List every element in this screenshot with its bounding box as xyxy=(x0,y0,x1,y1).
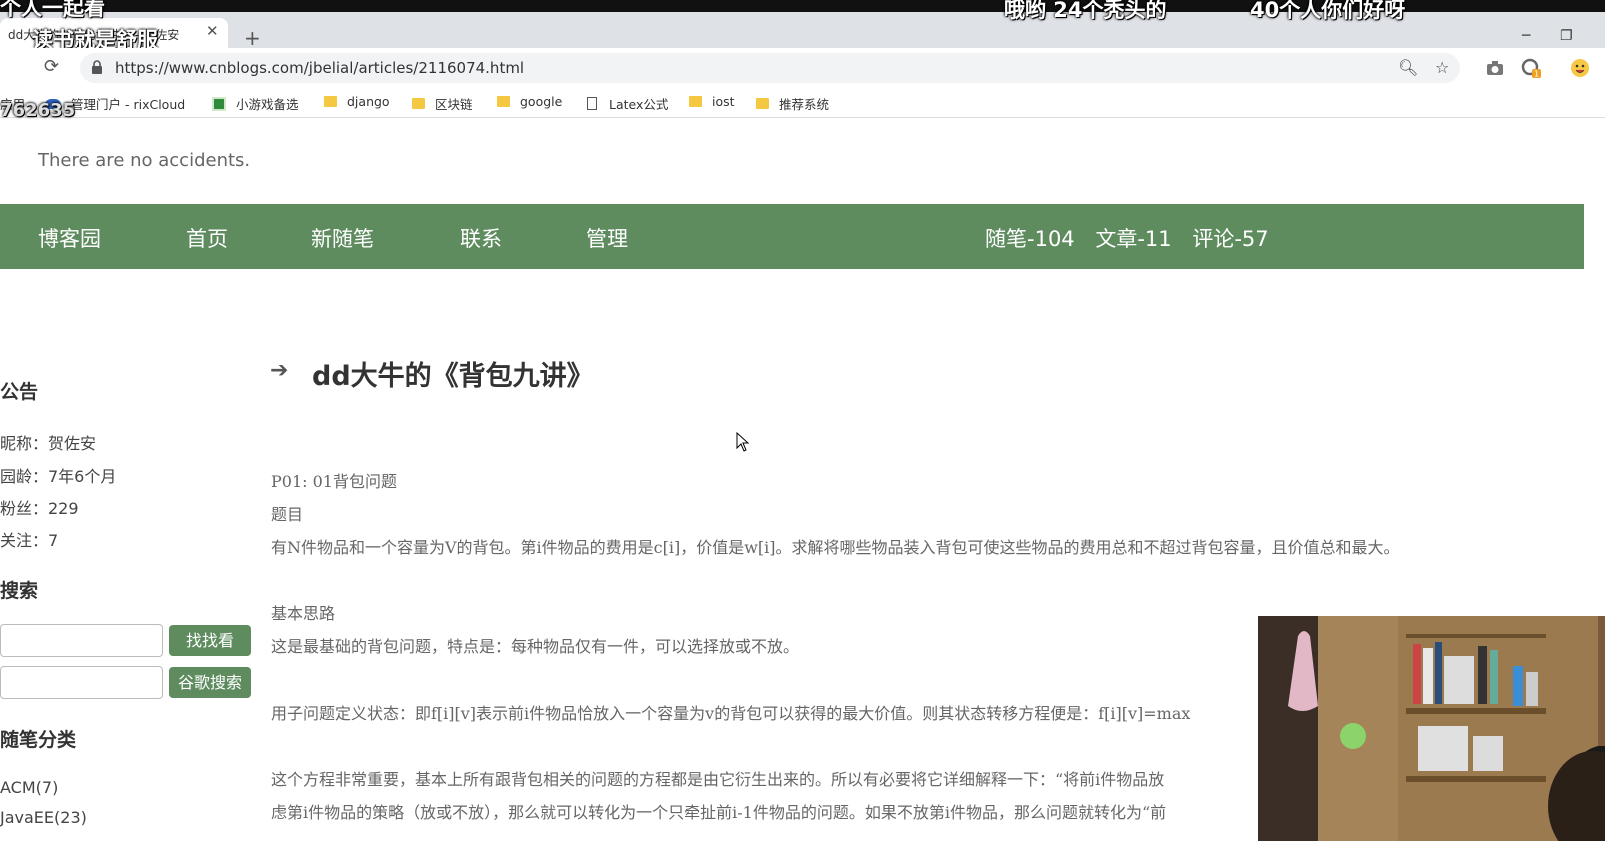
nav-admin[interactable]: 管理 xyxy=(586,223,628,253)
bookmark-star-icon[interactable]: ☆ xyxy=(1435,58,1449,77)
article-paragraph: 题目 xyxy=(271,505,304,524)
zoom-icon[interactable]: 🔍︎ xyxy=(1398,58,1418,77)
bookmark-folder-django[interactable]: django xyxy=(324,94,390,109)
blog-tagline: There are no accidents. xyxy=(38,150,251,171)
bookmark-mini-games[interactable]: 小游戏备选 xyxy=(212,94,299,113)
announcement-heading: 公告 xyxy=(0,381,39,403)
address-bar[interactable]: https://www.cnblogs.com/jbelial/articles… xyxy=(80,53,1460,83)
article-paragraph: P01: 01背包问题 xyxy=(271,472,397,491)
nav-home[interactable]: 首页 xyxy=(186,223,228,253)
info-followers: 粉丝：229 xyxy=(0,499,79,518)
extension-icon[interactable]: 1 xyxy=(1521,58,1541,78)
article-title[interactable]: dd大牛的《背包九讲》 xyxy=(312,354,594,393)
folder-icon xyxy=(412,98,425,109)
lock-icon xyxy=(92,60,102,74)
info-following: 关注：7 xyxy=(0,531,59,550)
nav-contact[interactable]: 联系 xyxy=(460,223,502,253)
bookmark-folder-google[interactable]: google xyxy=(497,94,562,109)
bookmark-label: iost xyxy=(712,94,735,109)
search-button[interactable]: 找找看 xyxy=(169,625,251,656)
article-paragraph: 有N件物品和一个容量为V的背包。第i件物品的费用是c[i]，价值是w[i]。求解… xyxy=(271,538,1400,557)
overlay-caption-left: 个人一起看 xyxy=(0,0,105,20)
tab-close-icon[interactable]: ✕ xyxy=(206,22,219,40)
blog-stats: 随笔-104 文章-11 评论-57 xyxy=(985,223,1283,253)
article-paragraph: 这个方程非常重要，基本上所有跟背包相关的问题的方程都是由它衍生出来的。所以有必要… xyxy=(271,770,1165,789)
bookmark-label: 推荐系统 xyxy=(779,97,830,112)
bookmark-label: 区块链 xyxy=(435,97,473,112)
camera-icon[interactable] xyxy=(1485,58,1505,78)
nav-new-post[interactable]: 新随笔 xyxy=(311,223,374,253)
article-paragraph: 这是最基础的背包问题，特点是：每种物品仅有一件，可以选择放或不放。 xyxy=(271,637,800,656)
arrow-right-icon: ➔ xyxy=(270,358,289,383)
bookmark-label: 小游戏备选 xyxy=(236,97,299,112)
stat-articles: 文章-11 xyxy=(1095,227,1172,251)
category-acm[interactable]: ACM(7) xyxy=(0,778,58,797)
nav-cnblogs[interactable]: 博客园 xyxy=(38,223,101,253)
article-paragraph: 虑第i件物品的策略（放或不放），那么就可以转化为一个只牵扯前i-1件物品的问题。… xyxy=(271,803,1167,822)
folder-icon xyxy=(689,96,702,107)
stat-comments: 评论-57 xyxy=(1192,227,1269,251)
category-heading: 随笔分类 xyxy=(0,729,77,751)
reload-icon[interactable]: ⟳ xyxy=(44,56,59,77)
folder-icon xyxy=(324,96,337,107)
bookmark-label: django xyxy=(347,94,390,109)
google-search-input[interactable] xyxy=(0,666,163,699)
bookmarks-bar: 应用 管理门户 - rixCloud 小游戏备选 django 区块链 goog… xyxy=(0,88,1605,118)
profile-avatar-icon[interactable] xyxy=(1570,58,1590,78)
bookmark-folder-blockchain[interactable]: 区块链 xyxy=(412,94,473,113)
info-nickname: 昵称：贺佐安 xyxy=(0,434,97,453)
article-paragraph: 用子问题定义状态：即f[i][v]表示前i件物品恰放入一个容量为v的背包可以获得… xyxy=(271,704,1191,723)
overlay-caption-right: 40个人你们好呀 xyxy=(1250,0,1406,22)
url-text: https://www.cnblogs.com/jbelial/articles… xyxy=(115,59,525,77)
page-icon xyxy=(587,97,597,110)
bookmark-latex[interactable]: Latex公式 xyxy=(587,94,668,113)
category-javaee[interactable]: JavaEE(23) xyxy=(0,808,87,827)
webcam-scene xyxy=(1258,616,1605,841)
bookmark-label: 管理门户 - rixCloud xyxy=(71,97,186,112)
bookmark-folder-recommender[interactable]: 推荐系统 xyxy=(756,94,829,113)
restore-icon[interactable]: ❐ xyxy=(1560,28,1573,44)
mouse-cursor-icon xyxy=(736,432,750,452)
bookmark-label: Latex公式 xyxy=(609,97,669,112)
new-tab-icon[interactable]: + xyxy=(244,28,261,48)
bookmark-folder-iost[interactable]: iost xyxy=(689,94,735,109)
webcam-overlay xyxy=(1258,616,1605,841)
bookmark-label: google xyxy=(520,94,563,109)
overlay-caption-mid: 哦哟 24个秃头的 xyxy=(1004,0,1167,22)
site-search-input[interactable] xyxy=(0,624,163,657)
minimize-icon[interactable]: ─ xyxy=(1522,28,1530,44)
blog-navbar: 博客园 首页 新随笔 联系 管理 随笔-104 文章-11 评论-57 xyxy=(0,204,1584,269)
stat-posts: 随笔-104 xyxy=(985,227,1075,251)
overlay-counter: 762635 xyxy=(0,100,76,121)
extension-badge: 1 xyxy=(1534,70,1539,79)
grid-icon xyxy=(212,96,226,111)
browser-toolbar: ⟳ https://www.cnblogs.com/jbelial/articl… xyxy=(0,48,1605,88)
google-search-button[interactable]: 谷歌搜索 xyxy=(169,667,251,698)
search-heading: 搜索 xyxy=(0,580,39,602)
folder-icon xyxy=(756,98,769,109)
folder-icon xyxy=(497,96,510,107)
article-paragraph: 基本思路 xyxy=(271,604,336,623)
info-age: 园龄：7年6个月 xyxy=(0,467,117,486)
